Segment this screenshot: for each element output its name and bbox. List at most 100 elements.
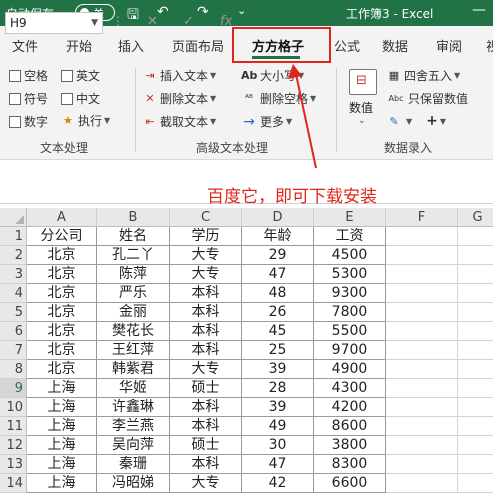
save-icon[interactable]: 🖫 [127,4,139,28]
cell-b10[interactable]: 许鑫琳 [97,398,170,417]
cell-e14[interactable]: 6600 [314,474,386,493]
row-header-5[interactable]: 5 [0,303,27,322]
cell-b6[interactable]: 樊花长 [97,322,170,341]
cell-b13[interactable]: 秦珊 [97,455,170,474]
chevron-down-icon[interactable]: ▼ [91,13,98,33]
checkbox-english[interactable]: 英文 [61,67,100,84]
cell-f9[interactable] [386,379,458,398]
checkbox-symbol[interactable]: 符号 [9,90,48,107]
cell-d4[interactable]: 48 [242,284,314,303]
cancel-icon[interactable]: ✕ [147,14,158,29]
tab-review[interactable]: 审阅 [436,36,462,55]
cell-e8[interactable]: 4900 [314,360,386,379]
minimize-button[interactable]: — [472,2,486,18]
numeric-label[interactable]: 数值 [349,99,373,116]
cell-c1[interactable]: 学历 [170,227,242,246]
cell-d14[interactable]: 42 [242,474,314,493]
checkbox-space[interactable]: 空格 [9,67,48,84]
cell-c9[interactable]: 硕士 [170,379,242,398]
cell-g8[interactable] [458,360,493,379]
cell-b9[interactable]: 华姬 [97,379,170,398]
delete-space-button[interactable]: ᴬᴮ 删除空格 ▼ [241,90,316,107]
cell-a4[interactable]: 北京 [27,284,97,303]
checkbox-chinese[interactable]: 中文 [61,90,100,107]
cell-f12[interactable] [386,436,458,455]
cell-b5[interactable]: 金丽 [97,303,170,322]
cell-e7[interactable]: 9700 [314,341,386,360]
plus-icon[interactable]: + [426,113,438,129]
cell-g10[interactable] [458,398,493,417]
row-header-7[interactable]: 7 [0,341,27,360]
cell-f10[interactable] [386,398,458,417]
cell-d3[interactable]: 47 [242,265,314,284]
cell-d6[interactable]: 45 [242,322,314,341]
column-header-b[interactable]: B [97,208,170,227]
cell-f8[interactable] [386,360,458,379]
cell-g12[interactable] [458,436,493,455]
cell-g5[interactable] [458,303,493,322]
cell-a2[interactable]: 北京 [27,246,97,265]
row-header-11[interactable]: 11 [0,417,27,436]
cell-a11[interactable]: 上海 [27,417,97,436]
cell-g14[interactable] [458,474,493,493]
row-header-2[interactable]: 2 [0,246,27,265]
cell-e13[interactable]: 8300 [314,455,386,474]
cell-f14[interactable] [386,474,458,493]
cell-d9[interactable]: 28 [242,379,314,398]
cell-c2[interactable]: 大专 [170,246,242,265]
row-header-6[interactable]: 6 [0,322,27,341]
cell-c8[interactable]: 大专 [170,360,242,379]
cell-f3[interactable] [386,265,458,284]
cell-b12[interactable]: 吴向萍 [97,436,170,455]
column-header-a[interactable]: A [27,208,97,227]
undo-icon[interactable]: ↶ [157,4,169,20]
cell-a13[interactable]: 上海 [27,455,97,474]
column-header-c[interactable]: C [170,208,242,227]
row-header-12[interactable]: 12 [0,436,27,455]
cell-g13[interactable] [458,455,493,474]
cell-b4[interactable]: 严乐 [97,284,170,303]
round-button[interactable]: ▦ 四舍五入 ▼ [387,67,460,84]
row-header-13[interactable]: 13 [0,455,27,474]
column-header-d[interactable]: D [242,208,314,227]
cell-a5[interactable]: 北京 [27,303,97,322]
cell-e10[interactable]: 4200 [314,398,386,417]
cell-d7[interactable]: 25 [242,341,314,360]
cell-e5[interactable]: 7800 [314,303,386,322]
cell-e4[interactable]: 9300 [314,284,386,303]
numeric-icon[interactable]: ⊟ [349,69,377,95]
cell-a6[interactable]: 北京 [27,322,97,341]
tab-formulas[interactable]: 公式 [334,36,360,55]
checkbox-number[interactable]: 数字 [9,113,48,130]
cell-a14[interactable]: 上海 [27,474,97,493]
cell-d10[interactable]: 39 [242,398,314,417]
tab-file[interactable]: 文件 [12,36,38,55]
cell-e6[interactable]: 5500 [314,322,386,341]
cell-f4[interactable] [386,284,458,303]
cell-b11[interactable]: 李兰燕 [97,417,170,436]
execute-button[interactable]: ★ 执行 ▼ [61,112,110,129]
entry-tools-button[interactable]: ✎ ▼ + ▼ [387,113,446,129]
row-header-10[interactable]: 10 [0,398,27,417]
cell-f13[interactable] [386,455,458,474]
cell-g2[interactable] [458,246,493,265]
cell-b8[interactable]: 韩紫君 [97,360,170,379]
cell-a8[interactable]: 北京 [27,360,97,379]
checkbox-box[interactable] [61,92,73,105]
cell-b2[interactable]: 孔二丫 [97,246,170,265]
cell-f2[interactable] [386,246,458,265]
cell-f7[interactable] [386,341,458,360]
cell-c13[interactable]: 本科 [170,455,242,474]
cell-a9[interactable]: 上海 [27,379,97,398]
cell-d8[interactable]: 39 [242,360,314,379]
row-header-9[interactable]: 9 [0,379,27,398]
cell-d5[interactable]: 26 [242,303,314,322]
cell-d2[interactable]: 29 [242,246,314,265]
row-header-4[interactable]: 4 [0,284,27,303]
cell-f11[interactable] [386,417,458,436]
cell-g1[interactable] [458,227,493,246]
cell-e9[interactable]: 4300 [314,379,386,398]
row-header-14[interactable]: 14 [0,474,27,493]
tab-view[interactable]: 视 [486,36,493,55]
cell-c14[interactable]: 大专 [170,474,242,493]
